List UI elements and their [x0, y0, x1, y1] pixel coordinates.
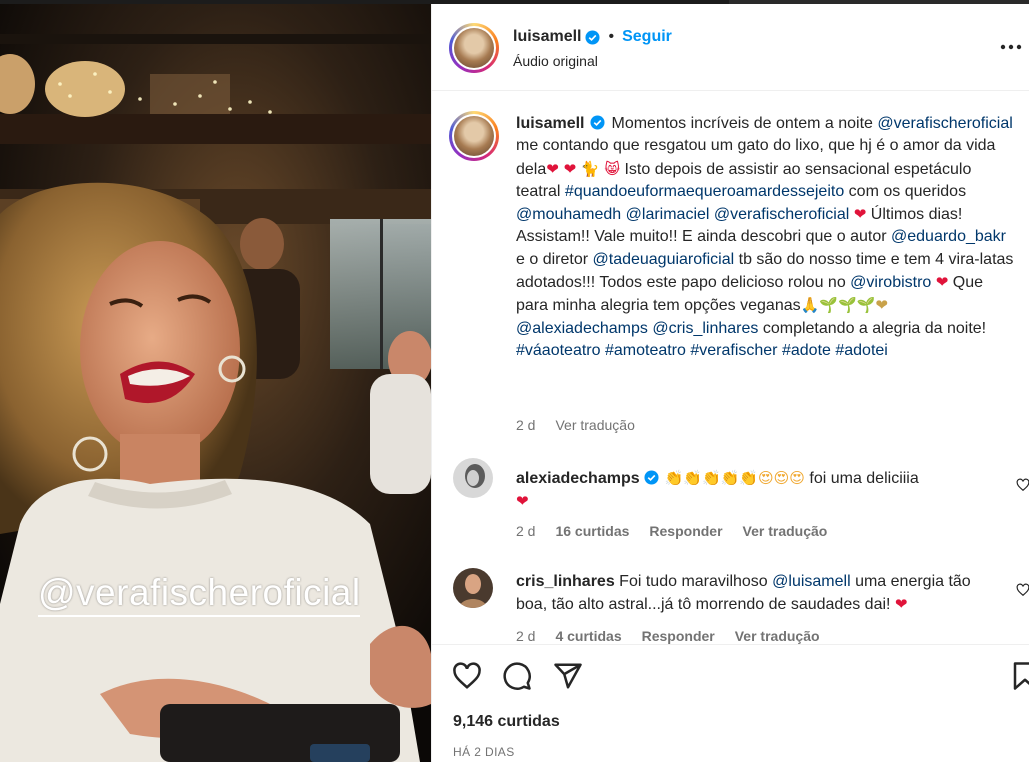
- media-mention-sticker[interactable]: @verafischeroficial: [38, 572, 361, 614]
- reply-button[interactable]: Responder: [642, 628, 715, 644]
- hashtag-link[interactable]: #adotei: [835, 342, 888, 359]
- commenter-avatar[interactable]: [453, 458, 493, 498]
- comment-body: foi uma deliciiia: [804, 470, 919, 487]
- share-icon[interactable]: [553, 661, 583, 691]
- comment-text: alexiadechamps 👏👏👏👏👏😍😍😍 foi uma deliciiia…: [516, 467, 1006, 514]
- mention-link[interactable]: @tadeuaguiaroficial: [593, 251, 735, 268]
- verified-icon: [585, 29, 601, 45]
- emoji-group: 👏👏👏👏👏😍😍😍: [664, 469, 805, 487]
- heart-emoji: ❤: [516, 492, 529, 511]
- emoji-group: 🙏🌱🌱🌱❤: [800, 296, 888, 315]
- hashtag-link[interactable]: #verafischer: [690, 342, 777, 359]
- video-frame: [0, 4, 431, 762]
- like-comment-heart-icon[interactable]: [1016, 478, 1029, 492]
- mention-link[interactable]: @eduardo_bakr: [891, 228, 1006, 245]
- comment-body: Foi tudo maravilhoso: [614, 573, 773, 590]
- comment-icon[interactable]: [502, 661, 532, 691]
- translate-button[interactable]: Ver tradução: [735, 628, 820, 644]
- caption-text: luisamell Momentos incríveis de ontem a n…: [516, 113, 1016, 362]
- original-audio-link[interactable]: Áudio original: [513, 53, 598, 69]
- mention-link[interactable]: @verafischeroficial: [877, 115, 1012, 132]
- commenter-avatar[interactable]: [453, 568, 493, 608]
- translate-button[interactable]: Ver tradução: [743, 523, 828, 539]
- comment-time[interactable]: 2 d: [516, 628, 535, 644]
- caption-meta: 2 d Ver tradução: [516, 417, 635, 433]
- more-options-icon[interactable]: [1000, 44, 1022, 50]
- translate-button[interactable]: Ver tradução: [555, 417, 634, 433]
- author-avatar[interactable]: [449, 23, 499, 73]
- commenter-username[interactable]: alexiadechamps: [516, 470, 640, 487]
- post-media[interactable]: @verafischeroficial: [0, 4, 431, 762]
- heart-icon[interactable]: [452, 661, 482, 691]
- mention-link[interactable]: @luisamell: [772, 573, 850, 590]
- sticker-underline: [38, 615, 360, 617]
- verified-icon: [644, 470, 659, 485]
- post-details-panel: luisamell • Seguir Áudio original luisam…: [431, 4, 1029, 762]
- comment-likes[interactable]: 4 curtidas: [555, 628, 621, 644]
- comment-meta: 2 d 16 curtidas Responder Ver tradução: [516, 523, 827, 539]
- author-username[interactable]: luisamell: [513, 28, 581, 46]
- comment-likes[interactable]: 16 curtidas: [555, 523, 629, 539]
- heart-emoji: ❤: [935, 273, 949, 292]
- post-date[interactable]: HÁ 2 DIAS: [453, 745, 515, 759]
- follow-button[interactable]: Seguir: [622, 28, 672, 46]
- verified-icon: [590, 115, 606, 130]
- mention-link[interactable]: @mouhamedh: [516, 206, 621, 223]
- bookmark-icon[interactable]: [1010, 661, 1029, 691]
- hashtag-link[interactable]: #amoteatro: [605, 342, 686, 359]
- author-row: luisamell • Seguir: [513, 28, 672, 46]
- caption-segment: completando a alegria da noite!: [762, 319, 987, 337]
- mention-link[interactable]: @larimaciel: [626, 206, 710, 223]
- likes-count[interactable]: 9,146 curtidas: [453, 713, 560, 731]
- hashtag-link[interactable]: #adote: [782, 342, 831, 359]
- like-comment-heart-icon[interactable]: [1016, 583, 1029, 597]
- caption-author-avatar[interactable]: [449, 111, 499, 161]
- hashtag-link[interactable]: #quandoeuformaequeroamardessejeito: [565, 183, 844, 200]
- comment-text: cris_linhares Foi tudo maravilhoso @luis…: [516, 571, 1006, 617]
- heart-emoji: ❤: [853, 205, 867, 224]
- caption-segment: e o diretor: [516, 250, 589, 268]
- post-header: luisamell • Seguir Áudio original: [432, 4, 1029, 91]
- separator-dot: •: [608, 28, 615, 45]
- hashtag-link[interactable]: #váaoteatro: [516, 342, 601, 359]
- caption-time[interactable]: 2 d: [516, 417, 535, 433]
- mention-link[interactable]: @virobistro: [850, 274, 931, 291]
- mention-link[interactable]: @cris_linhares: [652, 320, 758, 337]
- caption-segment: Momentos incríveis de ontem a noite: [611, 115, 873, 132]
- heart-emoji: ❤: [894, 595, 908, 614]
- caption-username[interactable]: luisamell: [516, 115, 584, 132]
- emoji-group: ❤ ❤ 🐈 😸: [546, 159, 621, 178]
- comment-time[interactable]: 2 d: [516, 523, 535, 539]
- reply-button[interactable]: Responder: [649, 523, 722, 539]
- caption-segment: com os queridos: [844, 182, 967, 200]
- comment-item: cris_linhares Foi tudo maravilhoso @luis…: [432, 566, 1029, 644]
- post-actions: 9,146 curtidas HÁ 2 DIAS: [432, 644, 1029, 762]
- commenter-username[interactable]: cris_linhares: [516, 573, 615, 590]
- mention-link[interactable]: @verafischeroficial: [714, 206, 849, 223]
- comment-meta: 2 d 4 curtidas Responder Ver tradução: [516, 628, 820, 644]
- mention-link[interactable]: @alexiadechamps: [516, 320, 648, 337]
